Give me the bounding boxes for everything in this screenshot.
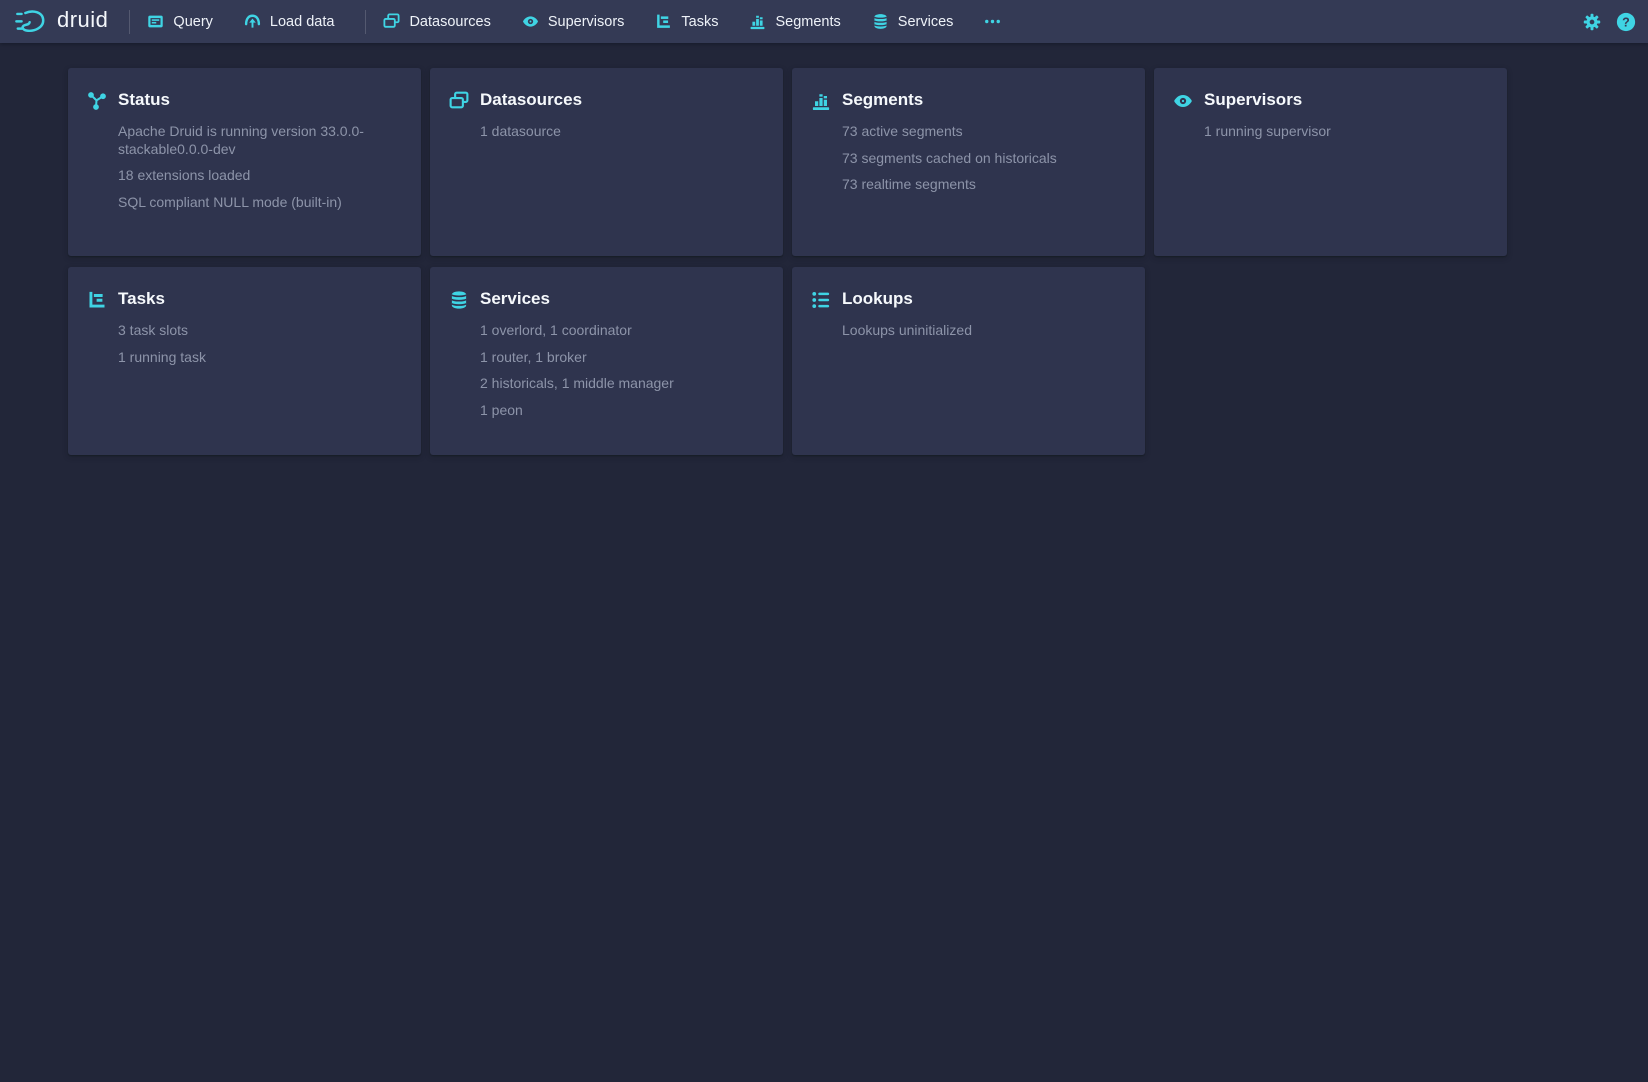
bar-chart-icon [811, 91, 831, 111]
card-line: 73 active segments [842, 123, 1125, 141]
nav-item-query[interactable]: Query [147, 13, 213, 30]
nav-item-datasources[interactable]: Datasources [383, 13, 490, 30]
card-line: 18 extensions loaded [118, 167, 401, 185]
card-lookups[interactable]: Lookups Lookups uninitialized [792, 267, 1145, 455]
card-datasources[interactable]: Datasources 1 datasource [430, 68, 783, 256]
nav-item-segments[interactable]: Segments [749, 13, 840, 30]
card-tasks[interactable]: Tasks 3 task slots 1 running task [68, 267, 421, 455]
database-icon [872, 13, 889, 30]
multi-select-icon [383, 13, 400, 30]
card-line: 1 peon [480, 402, 763, 420]
card-line: SQL compliant NULL mode (built-in) [118, 194, 401, 212]
nav-item-services[interactable]: Services [872, 13, 954, 30]
console-icon [147, 13, 164, 30]
svg-text:?: ? [1622, 15, 1630, 29]
status-cards-grid: Status Apache Druid is running version 3… [68, 68, 1648, 455]
card-line: 1 running task [118, 349, 401, 367]
nav-item-label: Load data [270, 14, 335, 30]
nav-item-load-data[interactable]: Load data [244, 13, 335, 30]
settings-button[interactable] [1583, 13, 1601, 31]
card-line: 1 router, 1 broker [480, 349, 763, 367]
help-icon: ? [1616, 12, 1636, 32]
nav-item-supervisors[interactable]: Supervisors [522, 13, 625, 30]
card-title: Segments [842, 90, 1125, 110]
card-line: 1 running supervisor [1204, 123, 1487, 141]
druid-logo-text: druid [57, 9, 108, 34]
navbar-divider [129, 10, 130, 34]
database-icon [449, 290, 469, 310]
multi-select-icon [449, 91, 469, 111]
nav-item-label: Segments [775, 14, 840, 30]
gear-icon [1583, 13, 1601, 31]
card-title: Status [118, 90, 401, 110]
nav-item-label: Query [173, 14, 213, 30]
card-line: 1 overlord, 1 coordinator [480, 322, 763, 340]
card-title: Datasources [480, 90, 763, 110]
card-services[interactable]: Services 1 overlord, 1 coordinator 1 rou… [430, 267, 783, 455]
card-line: 73 segments cached on historicals [842, 150, 1125, 168]
home-view: Status Apache Druid is running version 3… [0, 68, 1648, 455]
gantt-icon [655, 13, 672, 30]
card-title: Supervisors [1204, 90, 1487, 110]
nav-item-tasks[interactable]: Tasks [655, 13, 718, 30]
eye-icon [522, 13, 539, 30]
card-title: Services [480, 289, 763, 309]
card-line: 2 historicals, 1 middle manager [480, 375, 763, 393]
card-segments[interactable]: Segments 73 active segments 73 segments … [792, 68, 1145, 256]
more-ellipsis-icon [984, 13, 1001, 30]
properties-list-icon [811, 290, 831, 310]
eye-icon [1173, 91, 1193, 111]
card-status[interactable]: Status Apache Druid is running version 3… [68, 68, 421, 256]
navbar-menu: Query Load data Datasources [147, 10, 1001, 34]
nav-item-label: Supervisors [548, 14, 625, 30]
card-title: Lookups [842, 289, 1125, 309]
navbar-right: ? [1583, 12, 1636, 32]
gantt-icon [87, 290, 107, 310]
upload-icon [244, 13, 261, 30]
nav-item-label: Datasources [409, 14, 490, 30]
card-line: 3 task slots [118, 322, 401, 340]
help-button[interactable]: ? [1616, 12, 1636, 32]
nav-item-more[interactable] [984, 13, 1001, 30]
card-supervisors[interactable]: Supervisors 1 running supervisor [1154, 68, 1507, 256]
card-line: Lookups uninitialized [842, 322, 1125, 340]
card-line: 1 datasource [480, 123, 763, 141]
navbar: druid Query Load data [0, 0, 1648, 43]
card-line: Apache Druid is running version 33.0.0-s… [118, 123, 401, 158]
card-title: Tasks [118, 289, 401, 309]
graph-icon [87, 91, 107, 111]
nav-item-label: Tasks [681, 14, 718, 30]
navbar-divider [365, 10, 366, 34]
card-line: 73 realtime segments [842, 176, 1125, 194]
druid-logo[interactable]: druid [14, 7, 108, 37]
bar-chart-icon [749, 13, 766, 30]
druid-logo-icon [14, 7, 50, 37]
nav-item-label: Services [898, 14, 954, 30]
